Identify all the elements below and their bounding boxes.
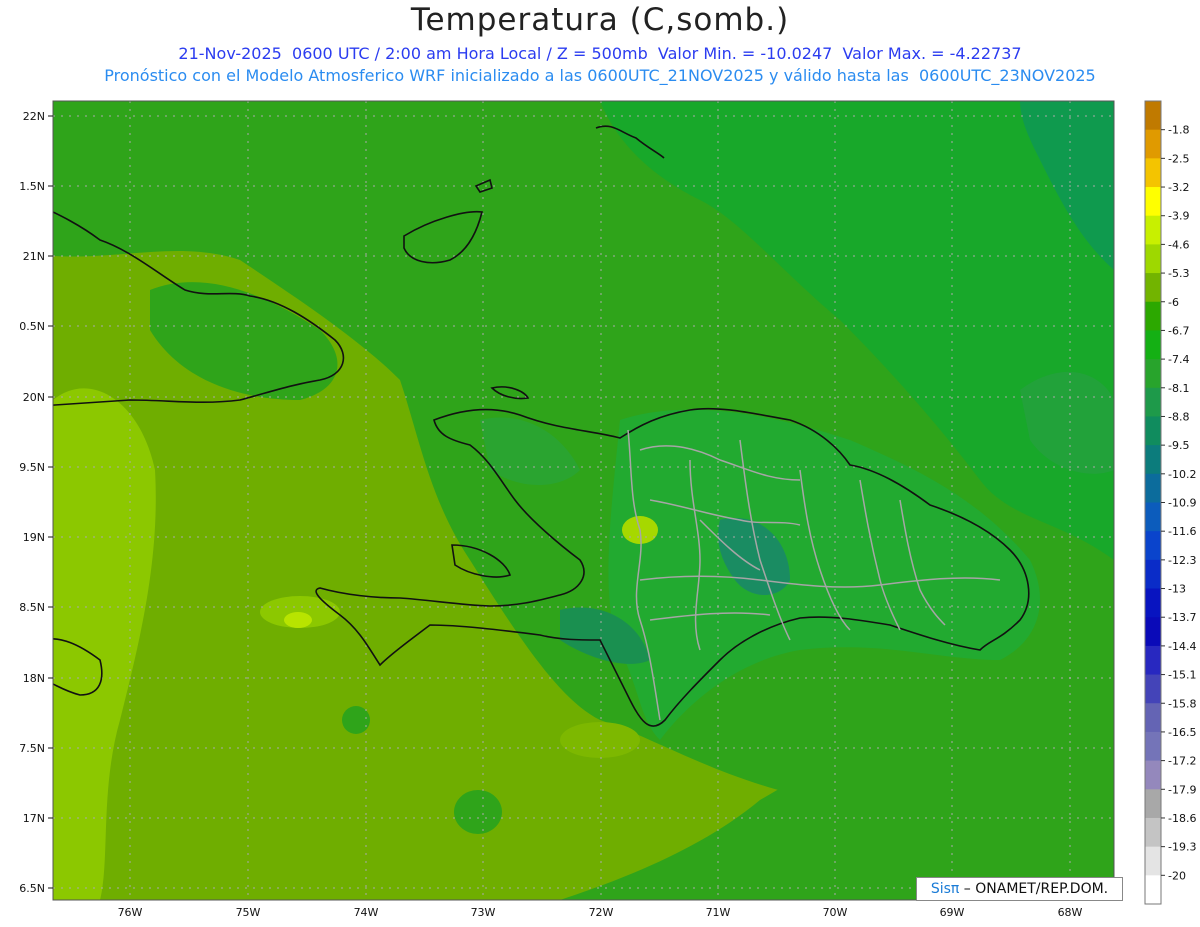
colorbar-label: -10.9 <box>1168 497 1196 510</box>
colorbar-label: -20 <box>1168 869 1186 882</box>
colorbar-swatch <box>1145 301 1161 331</box>
colorbar-label: -17.9 <box>1168 783 1196 796</box>
lon-label: 76W <box>118 906 143 919</box>
lat-label: 0.5N <box>19 320 45 333</box>
colorbar-swatch <box>1145 416 1161 446</box>
lat-label: 22N <box>23 110 45 123</box>
colorbar-label: -7.4 <box>1168 353 1189 366</box>
colorbar-swatch <box>1145 731 1161 762</box>
lat-label: 9.5N <box>19 461 45 474</box>
lat-label: 19N <box>23 531 45 544</box>
colorbar-legend: -1.8 -2.5 -3.2 -3.9 -4.6 -5.3 -6 -6.7 -7.4 -8.1 -8… <box>1144 100 1196 905</box>
forecast-map: 22N 1.5N 21N 0.5N 20N 9.5N 19N 8.5N 18N … <box>19 100 1196 919</box>
colorbar-label: -8.1 <box>1168 382 1189 395</box>
colorbar-swatch <box>1145 359 1161 389</box>
colorbar-swatch <box>1145 187 1161 217</box>
colorbar-label: -5.3 <box>1168 267 1189 280</box>
colorbar-swatch <box>1145 387 1161 417</box>
colorbar-swatch <box>1145 215 1161 245</box>
lat-label: 6.5N <box>19 882 45 895</box>
colorbar-label: -9.5 <box>1168 439 1189 452</box>
warm-patch-south <box>560 722 640 758</box>
colorbar-label: -18.6 <box>1168 812 1196 825</box>
colorbar-swatch <box>1145 559 1161 590</box>
credit-text: – ONAMET/REP.DOM. <box>959 881 1109 897</box>
colorbar-label: -6.7 <box>1168 324 1189 337</box>
colorbar-swatch <box>1145 445 1161 475</box>
colorbar-swatch <box>1145 645 1161 676</box>
lat-label: 7.5N <box>19 742 45 755</box>
lat-label: 8.5N <box>19 601 45 614</box>
colorbar-swatch <box>1145 846 1161 876</box>
lon-label: 73W <box>471 906 496 919</box>
colorbar-swatch <box>1145 875 1161 905</box>
credit-box: Sisπ – ONAMET/REP.DOM. <box>916 877 1123 901</box>
latitude-ticks <box>48 115 53 889</box>
colorbar-swatch <box>1145 502 1161 532</box>
colorbar-label: -8.8 <box>1168 410 1189 423</box>
colorbar-label: -13 <box>1168 583 1186 596</box>
colorbar-swatch <box>1145 674 1161 704</box>
colorbar-label: -1.8 <box>1168 124 1189 137</box>
colorbar-swatch <box>1145 273 1161 303</box>
lat-label: 18N <box>23 672 45 685</box>
colorbar-swatch <box>1145 588 1161 618</box>
colorbar-label: -13.7 <box>1168 611 1196 624</box>
lon-label: 71W <box>706 906 731 919</box>
colorbar-swatch <box>1145 703 1161 733</box>
colorbar-label: -12.3 <box>1168 554 1196 567</box>
colorbar-swatch <box>1145 789 1161 819</box>
colorbar-swatch <box>1145 817 1161 848</box>
lon-label: 68W <box>1058 906 1083 919</box>
lon-label: 70W <box>823 906 848 919</box>
longitude-labels: 76W 75W 74W 73W 72W 71W 70W 69W 68W <box>118 906 1083 919</box>
latitude-labels: 22N 1.5N 21N 0.5N 20N 9.5N 19N 8.5N 18N … <box>19 110 45 895</box>
lat-label: 21N <box>23 250 45 263</box>
colorbar-label: -3.2 <box>1168 181 1189 194</box>
lon-label: 74W <box>354 906 379 919</box>
colorbar-label: -4.6 <box>1168 238 1189 251</box>
colorbar-swatch <box>1145 330 1161 360</box>
colorbar-label: -19.3 <box>1168 841 1196 854</box>
colorbar-swatch <box>1145 129 1161 159</box>
colorbar-swatch <box>1145 617 1161 647</box>
colorbar-label: -17.2 <box>1168 755 1196 768</box>
colorbar-label: -2.5 <box>1168 152 1189 165</box>
colorbar-swatch <box>1145 101 1161 131</box>
colorbar-label: -10.2 <box>1168 468 1196 481</box>
colorbar-swatch <box>1145 531 1161 561</box>
warmest-patch-haiti <box>284 612 312 628</box>
lon-label: 75W <box>236 906 261 919</box>
colorbar-swatch <box>1145 158 1161 188</box>
colorbar-label: -6 <box>1168 296 1179 309</box>
lat-label: 17N <box>23 812 45 825</box>
colorbar-label: -14.4 <box>1168 640 1196 653</box>
colorbar-swatch <box>1145 244 1161 274</box>
lon-label: 69W <box>940 906 965 919</box>
lon-label: 72W <box>589 906 614 919</box>
sispi-logo: Sisπ <box>930 881 960 897</box>
colorbar-swatch <box>1145 760 1161 790</box>
temperature-field <box>53 101 1114 900</box>
colorbar-label: -15.8 <box>1168 697 1196 710</box>
colorbar-label: -15.1 <box>1168 669 1196 682</box>
cool-patch-south-1 <box>454 790 502 834</box>
lat-label: 20N <box>23 391 45 404</box>
colorbar-label: -16.5 <box>1168 726 1196 739</box>
lat-label: 1.5N <box>19 180 45 193</box>
colorbar-label: -11.6 <box>1168 525 1196 538</box>
colorbar-label: -3.9 <box>1168 210 1189 223</box>
colorbar-swatch <box>1145 473 1161 503</box>
